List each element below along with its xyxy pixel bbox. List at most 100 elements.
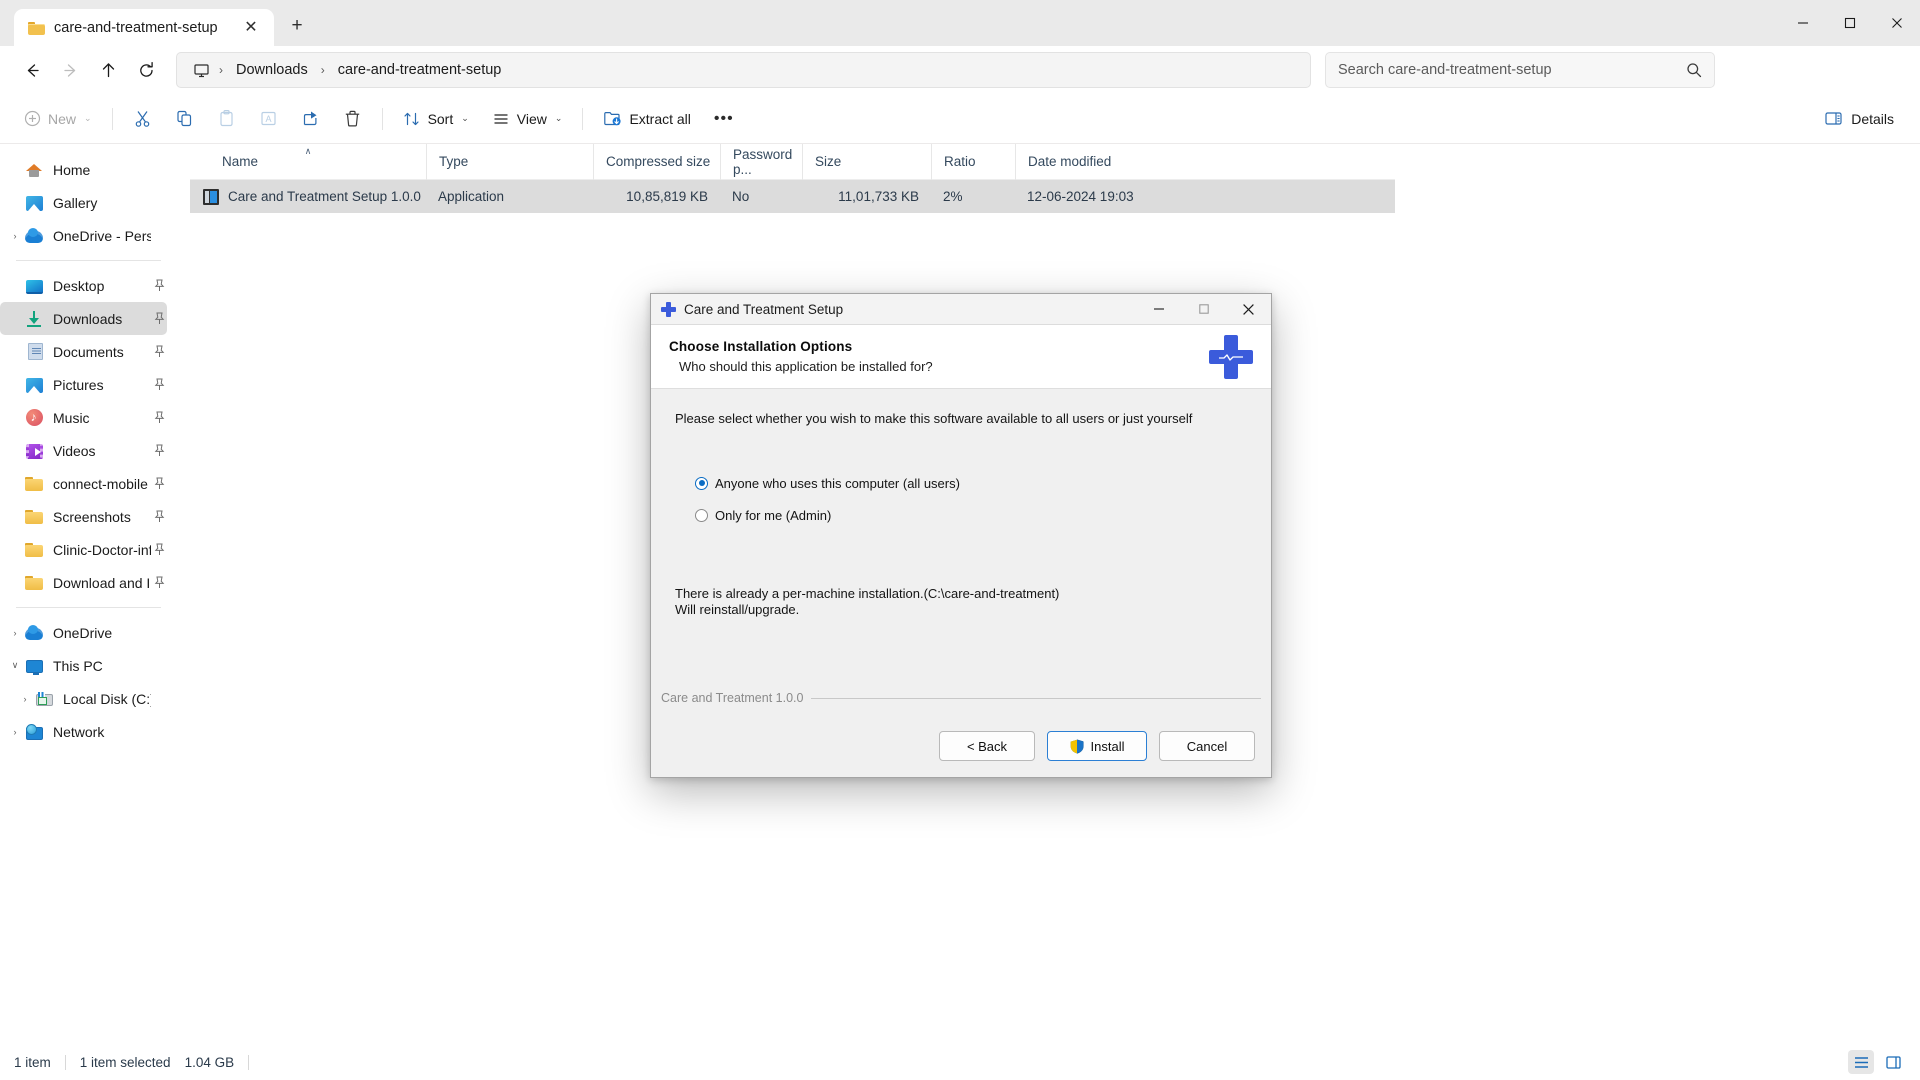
sidebar-item-label: Videos: [53, 442, 96, 459]
refresh-button[interactable]: [128, 52, 164, 88]
sidebar-item-videos[interactable]: Videos: [0, 434, 167, 467]
install-button-label: Install: [1090, 738, 1125, 754]
close-window-button[interactable]: [1873, 0, 1920, 46]
search-input[interactable]: Search care-and-treatment-setup: [1325, 52, 1715, 88]
column-header-type[interactable]: Type: [426, 143, 593, 180]
copy-button[interactable]: [165, 102, 204, 136]
sidebar-item-label: Network: [53, 723, 105, 740]
sidebar-item-label: Downloads: [53, 310, 123, 327]
divider: [811, 697, 1261, 699]
chevron-down-icon: ⌄: [84, 113, 92, 123]
delete-button[interactable]: [333, 102, 372, 136]
pin-icon[interactable]: [151, 345, 167, 358]
pin-icon[interactable]: [151, 543, 167, 556]
column-header-size[interactable]: Size: [802, 143, 931, 180]
chevron-down-icon[interactable]: ∨: [6, 660, 24, 671]
radio-option-all-users[interactable]: Anyone who uses this computer (all users…: [695, 470, 1247, 496]
sidebar-item-onedrive-persona[interactable]: › OneDrive - Persona: [0, 219, 167, 252]
installer-minimize-button[interactable]: [1136, 294, 1181, 325]
forward-button[interactable]: [52, 52, 88, 88]
item-count: 1 item: [14, 1054, 51, 1070]
installer-close-button[interactable]: [1226, 294, 1271, 325]
sidebar-item-network[interactable]: › Network: [0, 715, 167, 748]
sidebar-item-clinic-doctor-info[interactable]: Clinic-Doctor-info: [0, 533, 167, 566]
maximize-button[interactable]: [1826, 0, 1873, 46]
column-header-name[interactable]: ∧ Name: [190, 144, 426, 180]
application-file-icon: [203, 188, 219, 205]
pin-icon[interactable]: [151, 576, 167, 589]
breadcrumb-separator: ›: [219, 63, 223, 77]
pin-icon[interactable]: [151, 477, 167, 490]
sidebar-item-home[interactable]: Home: [0, 153, 167, 186]
extract-all-label: Extract all: [629, 110, 691, 127]
tab-care-and-treatment-setup[interactable]: care-and-treatment-setup ✕: [14, 9, 274, 47]
sidebar-item-local-disk-c[interactable]: › Local Disk (C:): [0, 682, 167, 715]
sidebar-item-documents[interactable]: Documents: [0, 335, 167, 368]
sidebar-item-label: Pictures: [53, 376, 104, 393]
sidebar-item-gallery[interactable]: Gallery: [0, 186, 167, 219]
sidebar-item-connect-mobile[interactable]: connect-mobile: [0, 467, 167, 500]
radio-button[interactable]: [695, 508, 708, 522]
sidebar-item-desktop[interactable]: Desktop: [0, 269, 167, 302]
svg-text:A: A: [265, 114, 271, 124]
sidebar-item-screenshots[interactable]: Screenshots: [0, 500, 167, 533]
chevron-right-icon[interactable]: ›: [6, 727, 24, 737]
share-button[interactable]: [291, 102, 330, 136]
new-button[interactable]: New ⌄: [14, 102, 102, 136]
search-icon[interactable]: [1686, 62, 1702, 78]
install-button[interactable]: Install: [1047, 731, 1147, 761]
installer-maximize-button[interactable]: [1181, 294, 1226, 325]
breadcrumb[interactable]: › Downloads › care-and-treatment-setup: [176, 52, 1311, 88]
rename-button[interactable]: A: [249, 102, 288, 136]
more-options-button[interactable]: •••: [704, 102, 744, 136]
cut-button[interactable]: [123, 102, 162, 136]
chevron-right-icon[interactable]: ›: [6, 231, 24, 241]
pin-icon[interactable]: [151, 510, 167, 523]
breadcrumb-downloads[interactable]: Downloads: [229, 59, 315, 81]
radio-option-label: Only for me (Admin): [715, 507, 832, 523]
back-button[interactable]: < Back: [939, 731, 1035, 761]
chevron-right-icon[interactable]: ›: [16, 694, 34, 704]
cell-compressed-size-text: 10,85,819 KB: [626, 189, 708, 204]
pin-icon[interactable]: [151, 444, 167, 457]
large-icons-view-toggle[interactable]: [1880, 1050, 1906, 1074]
details-pane-button[interactable]: Details: [1812, 102, 1906, 136]
sidebar-item-download-and-insta[interactable]: Download and Insta: [0, 566, 167, 599]
close-tab-icon[interactable]: ✕: [238, 15, 264, 41]
details-view-toggle[interactable]: [1848, 1050, 1874, 1074]
sidebar-item-music[interactable]: Music: [0, 401, 167, 434]
up-button[interactable]: [90, 52, 126, 88]
folder-icon: [24, 574, 44, 592]
column-header-password-p[interactable]: Password p...: [720, 143, 802, 180]
sidebar-item-onedrive[interactable]: › OneDrive: [0, 616, 167, 649]
home-icon: [24, 161, 44, 179]
chevron-down-icon: ⌄: [461, 113, 469, 123]
pin-icon[interactable]: [151, 411, 167, 424]
new-tab-button[interactable]: +: [280, 9, 314, 43]
column-header-ratio[interactable]: Ratio: [931, 143, 1015, 180]
back-button[interactable]: [14, 52, 50, 88]
column-header-compressed-size[interactable]: Compressed size: [593, 143, 720, 180]
radio-option-only-me[interactable]: Only for me (Admin): [695, 502, 1247, 528]
sidebar-item-label: Screenshots: [53, 508, 131, 525]
sort-button[interactable]: Sort ⌄: [393, 102, 479, 136]
table-row[interactable]: Care and Treatment Setup 1.0.0 Applicatio…: [190, 180, 1395, 213]
extract-all-button[interactable]: Extract all: [593, 102, 700, 136]
paste-button[interactable]: [207, 102, 246, 136]
breadcrumb-current-folder[interactable]: care-and-treatment-setup: [331, 59, 509, 81]
disk-icon: [34, 690, 54, 708]
pin-icon[interactable]: [151, 279, 167, 292]
minimize-button[interactable]: [1779, 0, 1826, 46]
pin-icon[interactable]: [151, 312, 167, 325]
view-button[interactable]: View ⌄: [482, 102, 573, 136]
sidebar-item-pictures[interactable]: Pictures: [0, 368, 167, 401]
pin-icon[interactable]: [151, 378, 167, 391]
medical-cross-logo-icon: [1209, 334, 1253, 379]
column-header-date-modified[interactable]: Date modified: [1015, 143, 1215, 180]
chevron-right-icon[interactable]: ›: [6, 628, 24, 638]
cell-password-protected: No: [720, 189, 802, 204]
radio-button[interactable]: [695, 476, 708, 490]
sidebar-item-this-pc[interactable]: ∨ This PC: [0, 649, 167, 682]
sidebar-item-downloads[interactable]: Downloads: [0, 302, 167, 335]
cancel-button[interactable]: Cancel: [1159, 731, 1255, 761]
